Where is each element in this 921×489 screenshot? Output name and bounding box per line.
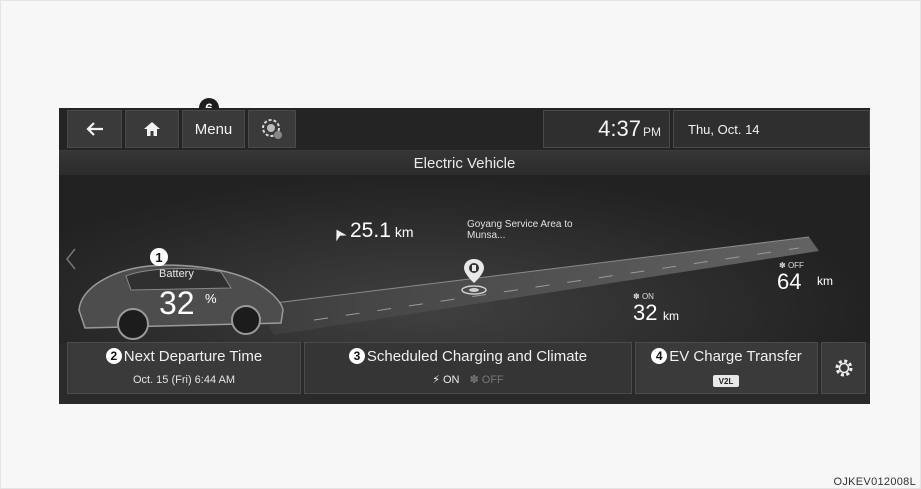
back-arrow-icon [85,122,103,136]
range-climate-on-value: 32 [633,300,658,325]
poi-distance: 25.1 km [350,219,414,243]
battery-value: 32 [159,285,195,321]
callout-2: 2 [105,348,122,364]
settings-cog-icon [262,119,282,139]
page-title: Electric Vehicle [59,151,870,175]
ev-main-view: 25.1 km Goyang Service Area to Munsa... … [59,175,870,343]
home-icon [144,122,160,136]
clock: 4:37 PM [543,110,670,148]
scheduled-charging-button[interactable]: 3 Scheduled Charging and Climate ⚡ ON ✽ O… [304,342,632,394]
infotainment-screen: Menu 4:37 PM Thu, Oct. 14 Electric Vehic… [59,108,870,404]
poi-name: Goyang Service Area to Munsa... [467,219,573,241]
scheduled-charging-title-text: Scheduled Charging and Climate [366,348,588,365]
v2l-badge: V2L [713,375,739,387]
back-button[interactable] [67,110,122,148]
range-climate-on-unit: km [663,309,679,323]
clock-time: 4:37 [598,116,641,141]
poi-distance-unit: km [394,224,414,240]
image-code: OJKEV012008L [833,476,916,488]
home-button[interactable] [125,110,179,148]
scheduled-charging-title: 3 Scheduled Charging and Climate [305,348,631,365]
scheduled-status: ⚡ ON ✽ OFF [305,373,631,386]
battery-unit: % [205,291,217,306]
poi-distance-value: 25.1 [350,219,391,242]
menu-button[interactable]: Menu [182,110,245,148]
next-departure-title: 2 Next Departure Time [68,348,300,365]
gear-icon [835,359,852,377]
settings-button[interactable] [821,342,866,394]
top-bar: Menu 4:37 PM Thu, Oct. 14 [59,108,870,151]
next-departure-title-text: Next Departure Time [123,348,263,365]
battery-label: Battery [159,268,194,280]
charging-on-indicator: ⚡ ON [432,374,460,386]
next-departure-time: Oct. 15 (Fri) 6:44 AM [132,374,236,386]
callout-1: 1 [150,248,168,266]
climate-off-indicator: ✽ OFF [469,374,504,386]
callout-4: 4 [651,348,668,364]
ev-charge-transfer-title: 4 EV Charge Transfer [636,348,817,365]
figure-frame: 6 5 Menu [0,0,921,489]
climate-off-text2: OFF [481,374,504,386]
charging-on-text: ON [443,374,460,386]
turn-arrow-icon [336,229,347,241]
clock-ampm: PM [643,125,661,139]
ev-charge-transfer-button[interactable]: 4 EV Charge Transfer V2L [635,342,818,394]
date-display: Thu, Oct. 14 [673,110,870,148]
charging-station-pin-icon [461,259,487,295]
callout-3: 3 [348,348,365,364]
range-climate-off-unit: km [817,274,833,288]
ev-settings-button[interactable] [248,110,296,148]
range-climate-off-value: 64 [777,269,802,294]
next-departure-button[interactable]: 2 Next Departure Time Oct. 15 (Fri) 6:44 … [67,342,301,394]
ev-charge-transfer-title-text: EV Charge Transfer [669,348,802,365]
